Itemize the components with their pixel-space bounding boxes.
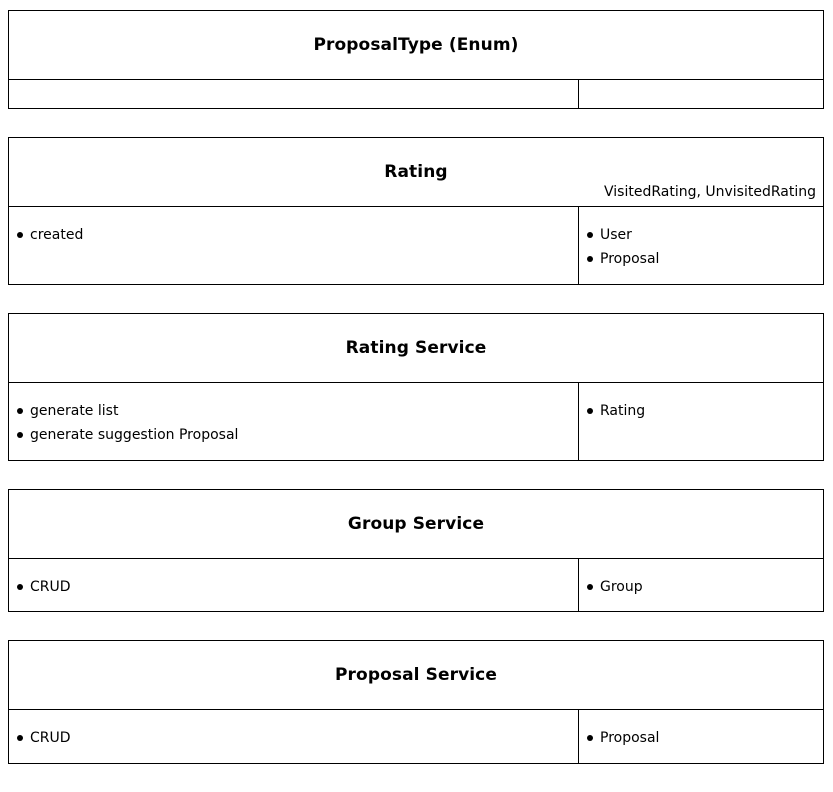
card-header: Rating Service [9, 314, 823, 383]
card-header: ProposalType (Enum) [9, 11, 823, 80]
card-subtitle: VisitedRating, UnvisitedRating [604, 184, 816, 200]
list-item-label: Proposal [600, 251, 660, 267]
card-title: Rating Service [345, 338, 487, 358]
card-title: Rating [384, 162, 448, 182]
diagram: ProposalType (Enum) Rating VisitedRating, … [8, 10, 824, 792]
left-column: generate list generate suggestion Proposa… [9, 383, 579, 460]
bullet-icon [17, 735, 23, 741]
right-column [579, 80, 823, 108]
card-body: CRUD Group [9, 559, 823, 611]
card-rating: Rating VisitedRating, UnvisitedRating crea… [8, 137, 824, 285]
bullet-icon [17, 432, 23, 438]
list-item-label: Rating [600, 403, 646, 419]
item-list: CRUD [17, 575, 570, 599]
list-item-label: CRUD [30, 579, 71, 595]
bullet-icon [587, 232, 593, 238]
bullet-icon [587, 584, 593, 590]
bullet-icon [587, 256, 593, 262]
card-group-service: Group Service CRUD Group [8, 489, 824, 612]
left-column: CRUD [9, 710, 579, 763]
item-list: Group [587, 575, 815, 599]
item-list: generate list generate suggestion Proposa… [17, 399, 570, 447]
list-item: Proposal [587, 247, 815, 271]
bullet-icon [17, 408, 23, 414]
left-column [9, 80, 579, 108]
list-item-label: Proposal [600, 730, 660, 746]
card-header: Proposal Service [9, 641, 823, 710]
list-item: User [587, 223, 815, 247]
list-item-label: Group [600, 579, 643, 595]
list-item-label: created [30, 227, 84, 243]
list-item-label: User [600, 227, 632, 243]
bullet-icon [587, 408, 593, 414]
bullet-icon [17, 232, 23, 238]
card-rating-service: Rating Service generate list generate sugg… [8, 313, 824, 461]
card-proposal-service: Proposal Service CRUD Proposal [8, 640, 824, 764]
left-column: created [9, 207, 579, 284]
card-title: ProposalType (Enum) [313, 35, 519, 55]
list-item: Proposal [587, 726, 815, 750]
card-body: created User Proposal [9, 207, 823, 284]
item-list: created [17, 223, 570, 247]
list-item: generate list [17, 399, 570, 423]
right-column: Rating [579, 383, 823, 460]
list-item: CRUD [17, 575, 570, 599]
left-column: CRUD [9, 559, 579, 611]
item-list: Rating [587, 399, 815, 423]
card-body [9, 80, 823, 108]
list-item: Group [587, 575, 815, 599]
item-list: Proposal [587, 726, 815, 750]
list-item: Rating [587, 399, 815, 423]
item-list: User Proposal [587, 223, 815, 271]
card-header: Rating VisitedRating, UnvisitedRating [9, 138, 823, 207]
list-item: created [17, 223, 570, 247]
list-item-label: generate suggestion Proposal [30, 427, 239, 443]
item-list: CRUD [17, 726, 570, 750]
bullet-icon [17, 584, 23, 590]
card-proposaltype-enum: ProposalType (Enum) [8, 10, 824, 109]
list-item: generate suggestion Proposal [17, 423, 570, 447]
card-title: Group Service [347, 514, 485, 534]
right-column: Group [579, 559, 823, 611]
card-header: Group Service [9, 490, 823, 559]
card-title: Proposal Service [335, 665, 497, 685]
list-item-label: CRUD [30, 730, 71, 746]
bullet-icon [587, 735, 593, 741]
right-column: Proposal [579, 710, 823, 763]
right-column: User Proposal [579, 207, 823, 284]
card-body: CRUD Proposal [9, 710, 823, 763]
list-item: CRUD [17, 726, 570, 750]
list-item-label: generate list [30, 403, 119, 419]
card-body: generate list generate suggestion Proposa… [9, 383, 823, 460]
